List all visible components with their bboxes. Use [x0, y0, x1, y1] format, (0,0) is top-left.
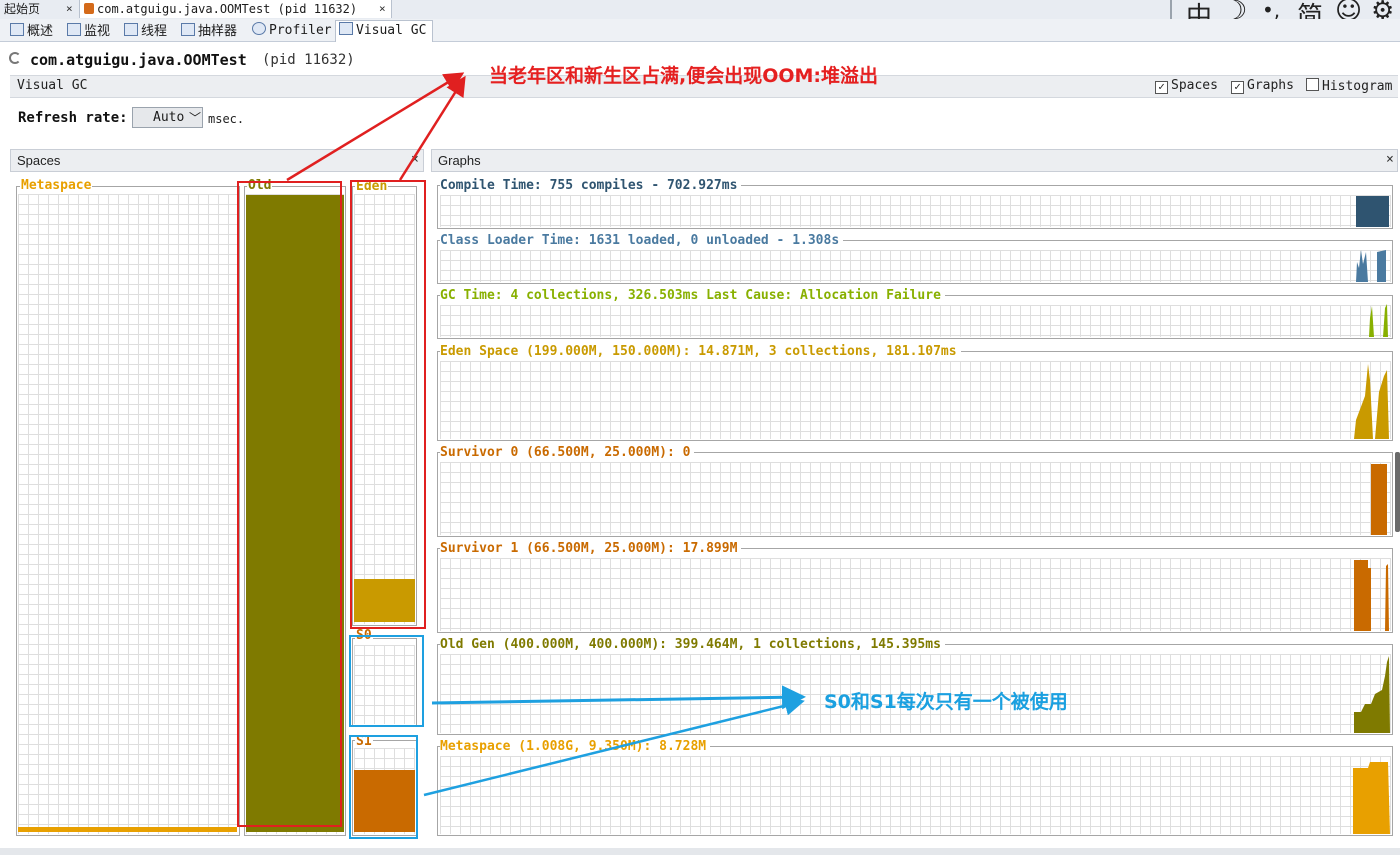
- annotation-survivor-text: S0和S1每次只有一个被使用: [824, 691, 1068, 713]
- blue-arrow-from-s1: [423, 695, 805, 797]
- red-arrow-from-eden: [398, 75, 466, 181]
- annotation-oom-text: 当老年区和新生区占满,便会出现OOM:堆溢出: [489, 65, 879, 87]
- annotation-arrows: [286, 72, 806, 797]
- blue-arrow-from-s0: [431, 685, 806, 710]
